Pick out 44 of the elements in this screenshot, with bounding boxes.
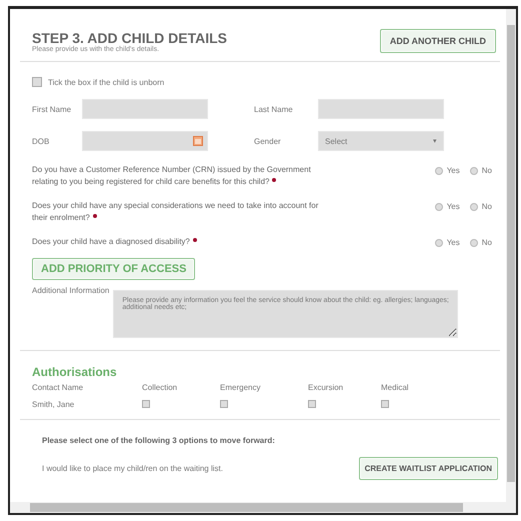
create-waitlist-button[interactable]: CREATE WAITLIST APPLICATION <box>358 456 498 480</box>
add-another-child-button[interactable]: ADD ANOTHER CHILD <box>380 29 496 53</box>
column-header: Collection <box>142 382 178 392</box>
radio-label: Yes <box>446 238 460 248</box>
checkbox[interactable] <box>308 400 316 408</box>
column-header: Contact Name <box>32 382 84 392</box>
input-field[interactable] <box>82 99 208 119</box>
field-label: Last Name <box>253 104 294 114</box>
radio-button[interactable] <box>434 238 443 247</box>
options-prompt: Please select one of the following 3 options to move forward: <box>42 436 276 445</box>
radio-label: Yes <box>446 202 460 212</box>
radio-button[interactable] <box>470 166 478 174</box>
field-label: DOB <box>32 136 50 146</box>
field-label: Gender <box>253 136 282 146</box>
contact-name: Smith, Jane <box>32 400 76 409</box>
radio-button[interactable] <box>470 202 478 211</box>
column-header: Excursion <box>308 382 344 392</box>
radio-button[interactable] <box>434 166 443 174</box>
radio-button[interactable] <box>434 202 443 211</box>
radio-button[interactable] <box>470 238 478 247</box>
checkbox-label: Tick the box if the child is unborn <box>48 78 164 86</box>
checkbox[interactable] <box>32 77 42 87</box>
field-label: First Name <box>32 104 72 114</box>
checkbox[interactable] <box>220 400 228 408</box>
radio-label: No <box>482 202 492 212</box>
section-title: STEP 3. ADD CHILD DETAILS <box>32 30 227 46</box>
horizontal-scrollbar[interactable] <box>10 502 516 513</box>
radio-label: No <box>482 166 492 175</box>
checkbox[interactable] <box>381 400 389 408</box>
field-label: Additional Information <box>32 286 110 297</box>
column-header: Emergency <box>220 382 262 392</box>
column-header: Medical <box>381 382 410 392</box>
question-text: Does your child have any special considerations we need to take into account for their enrolment? <box>32 201 318 222</box>
question-text: Does your child have a diagnosed disability? <box>32 237 190 246</box>
authorisations-heading: Authorisations <box>32 364 118 379</box>
vertical-scrollbar[interactable] <box>506 9 516 502</box>
calendar-icon[interactable] <box>193 136 203 146</box>
radio-label: No <box>482 238 492 248</box>
input-field[interactable] <box>318 99 444 119</box>
waitlist-text: I would like to place my child/ren on the waiting list. <box>42 464 223 473</box>
radio-label: Yes <box>446 166 460 175</box>
date-field[interactable] <box>82 131 208 151</box>
checkbox[interactable] <box>142 400 150 408</box>
question-text: Do you have a Customer Reference Number (CRN) issued by the Government relating to you being registered for child care benefits for this child? <box>32 165 311 186</box>
